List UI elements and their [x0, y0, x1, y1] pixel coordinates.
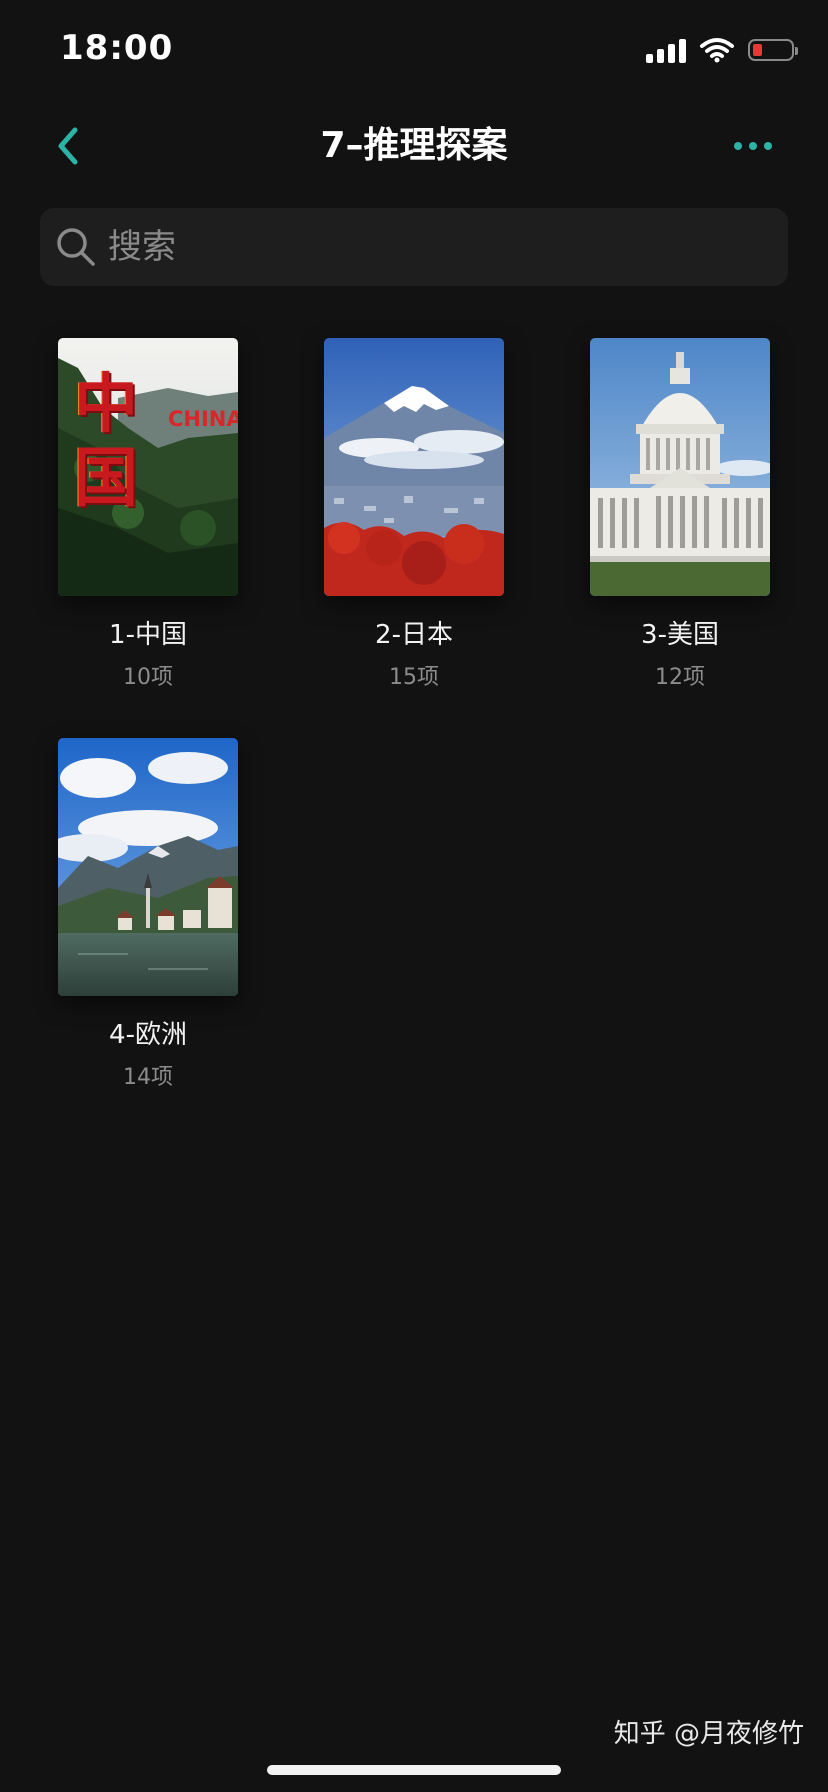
- home-indicator[interactable]: [267, 1765, 561, 1775]
- cellular-signal-icon: [646, 37, 686, 63]
- album-name: 2-日本: [375, 620, 453, 650]
- album-cover-europe: [58, 738, 238, 996]
- search-icon: [57, 228, 95, 266]
- page-title: 7–推理探案: [320, 125, 508, 166]
- more-horizontal-icon: [734, 142, 772, 150]
- album-name: 1-中国: [109, 620, 187, 650]
- album-item-japan[interactable]: 2-日本 15项: [324, 338, 504, 691]
- album-item-china[interactable]: CHINA 中国 1-中国 10项: [58, 338, 238, 691]
- album-cover-japan: [324, 338, 504, 596]
- status-bar: 18:00: [0, 0, 828, 100]
- search-bar[interactable]: [40, 208, 788, 286]
- album-count: 14项: [123, 1065, 173, 1090]
- album-item-usa[interactable]: 3-美国 12项: [590, 338, 770, 691]
- nav-bar: 7–推理探案: [0, 100, 828, 190]
- album-cover-usa: [590, 338, 770, 596]
- watermark: 知乎 @月夜修竹: [613, 1719, 804, 1749]
- album-name: 3-美国: [641, 620, 719, 650]
- album-count: 12项: [655, 665, 705, 690]
- album-count: 15项: [389, 665, 439, 690]
- search-input[interactable]: [106, 226, 788, 268]
- battery-level: [753, 44, 762, 56]
- album-name: 4-欧洲: [109, 1020, 187, 1050]
- album-count: 10项: [123, 665, 173, 690]
- album-cover-china: CHINA 中国: [58, 338, 238, 596]
- wifi-icon: [700, 38, 734, 63]
- battery-icon: [748, 39, 798, 61]
- status-time: 18:00: [60, 28, 174, 68]
- more-options-button[interactable]: [718, 118, 788, 174]
- cover-text: 中国: [74, 368, 138, 516]
- status-icons: [646, 34, 798, 66]
- album-item-europe[interactable]: 4-欧洲 14项: [58, 738, 238, 1091]
